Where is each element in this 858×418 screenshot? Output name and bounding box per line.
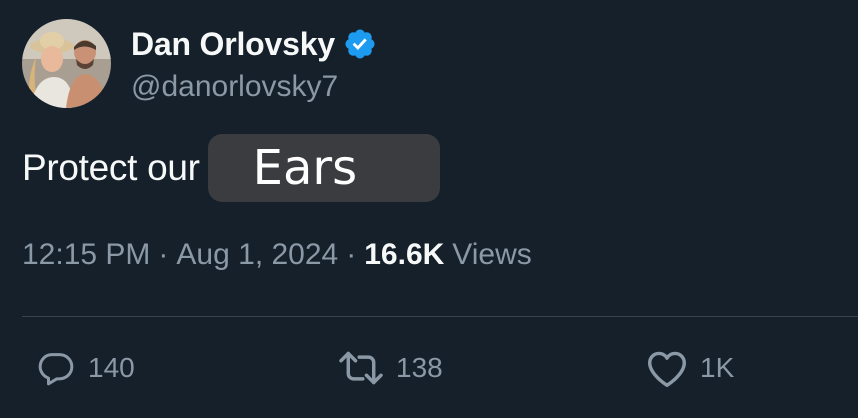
like-count: 1K [700,352,735,383]
tweet-text: Protect our [22,147,200,188]
name-row: Dan Orlovsky [131,24,377,64]
display-name[interactable]: Dan Orlovsky [131,26,335,63]
separator-dot: · [158,238,169,271]
views-label: Views [452,238,532,271]
retweet-count: 138 [396,352,443,383]
tweet-card: Dan Orlovsky @danorlovsky7 Protect our E… [0,0,858,418]
like-icon [647,351,686,387]
retweet-button[interactable]: 138 [336,348,443,388]
verified-badge-icon [345,29,375,59]
tweet-metadata: 12:15 PM · Aug 1, 2024 · 16.6K Views [22,238,532,272]
views-count: 16.6K [364,238,445,271]
overlay-text: Ears [252,140,358,196]
reply-count: 140 [88,352,135,383]
text-overlay-box: Ears [207,134,440,202]
avatar[interactable] [22,19,111,108]
user-handle[interactable]: @danorlovsky7 [131,70,338,104]
separator-dot: · [346,238,357,271]
reply-button[interactable]: 140 [34,348,135,388]
tweet-date[interactable]: Aug 1, 2024 [176,238,338,271]
tweet-body: Protect our Ears [22,134,440,202]
like-button[interactable]: 1K [644,348,734,388]
retweet-icon [339,351,383,385]
tweet-time[interactable]: 12:15 PM [22,238,150,271]
reply-icon [38,353,74,386]
divider [22,316,858,317]
